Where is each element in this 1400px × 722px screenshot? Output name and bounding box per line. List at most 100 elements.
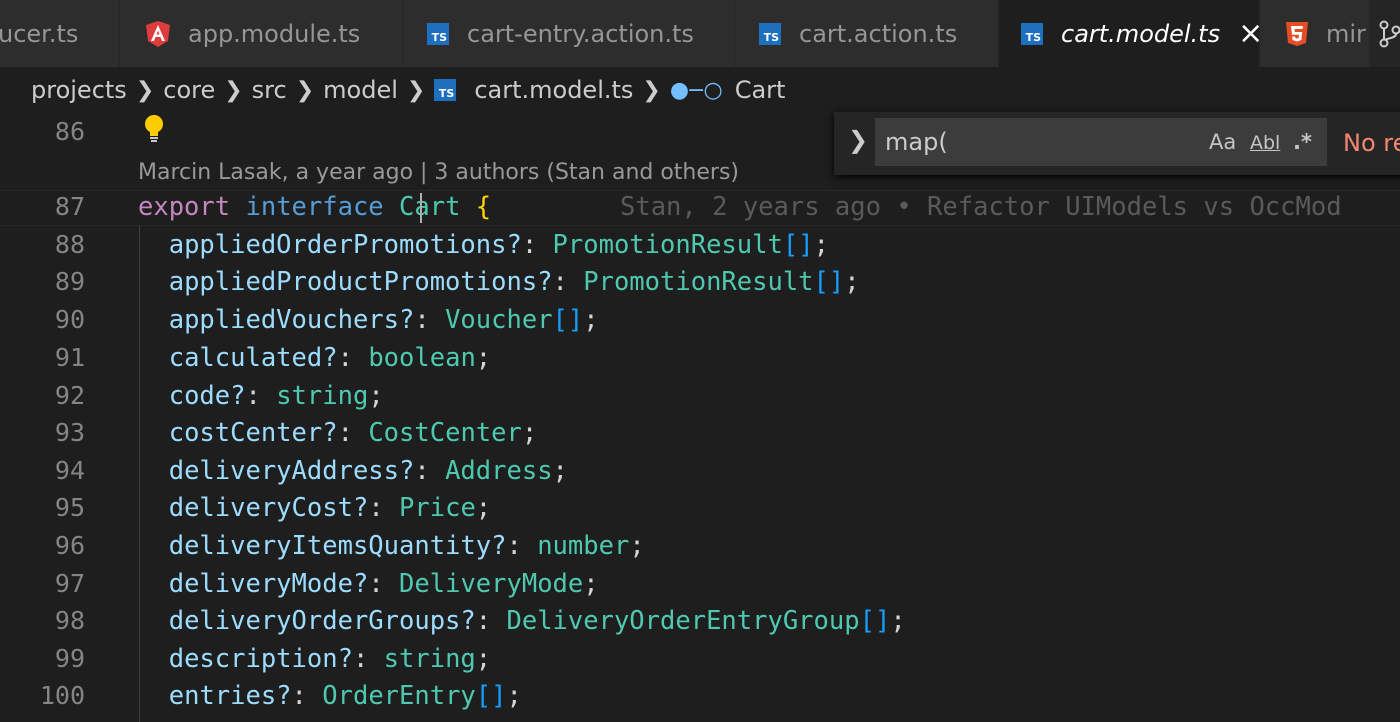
text-cursor [420,193,422,223]
line-number: 97 [54,569,85,598]
line-number: 86 [54,117,85,146]
find-query: map( [885,128,948,156]
brace: { [475,192,492,222]
property-type: DeliveryMode [399,569,584,599]
property-type: OrderEntry [322,681,476,711]
breadcrumb-item[interactable]: model [323,76,398,104]
tab-label: ucer.ts [0,19,79,48]
breadcrumb: projects ❯ core ❯ src ❯ model ❯ TS cart.… [0,67,1400,113]
property-type: string [276,381,369,411]
breadcrumb-symbol-label: Cart [734,76,786,104]
typescript-icon: TS [1021,22,1043,45]
property-type: CostCenter [368,418,522,448]
line-number: 91 [54,343,85,372]
keyword: interface [245,192,384,222]
close-icon[interactable]: × [1238,18,1259,49]
tab-html-file[interactable]: mir [1260,0,1370,67]
line-number: 87 [54,192,85,221]
codelens-authors[interactable]: Marcin Lasak, a year ago | 3 authors (St… [138,160,739,185]
line-number: 94 [54,456,85,485]
property-name: deliveryOrderGroups? [168,606,476,636]
breadcrumb-file-label: cart.model.ts [474,76,634,104]
array-brackets: [] [475,681,507,711]
line-number: 98 [54,606,85,635]
property-type: boolean [368,343,476,373]
code-line: deliveryAddress?: Address; [168,456,568,486]
source-control-icon[interactable] [1378,20,1400,52]
chevron-right-icon: ❯ [135,77,155,103]
line-number: 100 [39,681,85,710]
chevron-right-icon: ❯ [642,77,661,103]
code-line: costCenter?: CostCenter; [168,418,538,448]
chevron-right-icon: ❯ [224,77,243,103]
property-name: appliedOrderPromotions? [168,230,522,260]
property-type: PromotionResult [583,267,814,297]
inline-blame: Stan, 2 years ago • Refactor UIModels vs… [620,192,1342,222]
lightbulb-icon[interactable] [143,113,165,147]
code-line: description?: string; [168,644,492,674]
find-input[interactable]: map( Aa Abl .* [875,118,1327,166]
line-number: 95 [54,493,85,522]
array-brackets: [] [552,305,584,335]
property-type: number [537,531,630,561]
array-brackets: [] [859,606,891,636]
line-number: 92 [54,381,85,410]
property-name: calculated? [168,343,338,373]
property-name: deliveryItemsQuantity? [168,531,507,561]
find-result-status: No re [1343,129,1400,157]
property-type: PromotionResult [552,230,783,260]
property-name: costCenter? [168,418,338,448]
property-name: deliveryCost? [168,493,369,523]
code-line: export interface Cart { [138,192,491,222]
tab-cart-action[interactable]: TS cart.action.ts [735,0,999,67]
tab-cart-model[interactable]: TS cart.model.ts × [999,0,1260,67]
match-case-toggle[interactable]: Aa [1209,130,1236,154]
tab-reducer[interactable]: ucer.ts [0,0,120,67]
array-brackets: [] [813,267,845,297]
code-line: deliveryCost?: Price; [168,493,492,523]
code-line: appliedVouchers?: Voucher[]; [168,305,599,335]
code-line: appliedProductPromotions?: PromotionResu… [168,267,860,297]
line-number: 93 [54,418,85,447]
line-number: 90 [54,305,85,334]
angular-icon [146,20,170,47]
code-line: entries?: OrderEntry[]; [168,681,522,711]
code-line: code?: string; [168,381,384,411]
tab-cart-entry-action[interactable]: TS cart-entry.action.ts [403,0,735,67]
tab-label: cart.model.ts [1061,19,1221,48]
tab-label: app.module.ts [188,19,361,48]
tab-label: cart.action.ts [799,19,958,48]
html5-icon [1286,21,1308,46]
breadcrumb-item[interactable]: core [163,76,215,104]
chevron-right-icon[interactable]: ❯ [848,126,868,154]
code-line: calculated?: boolean; [168,343,492,373]
breadcrumb-item[interactable]: src [252,76,287,104]
code-editor[interactable]: 86 87 88 89 90 91 92 93 94 95 96 97 98 9… [0,113,1400,722]
keyword: export [138,192,231,222]
property-name: appliedProductPromotions? [168,267,553,297]
array-brackets: [] [782,230,814,260]
property-name: description? [168,644,353,674]
breadcrumb-file[interactable]: TS cart.model.ts [434,76,633,104]
breadcrumb-symbol[interactable]: ●−○ Cart [670,76,786,104]
property-name: code? [168,381,246,411]
whole-word-toggle[interactable]: Abl [1250,132,1280,154]
tab-app-module[interactable]: app.module.ts [120,0,403,67]
code-line: deliveryOrderGroups?: DeliveryOrderEntry… [168,606,906,636]
property-name: deliveryMode? [168,569,369,599]
typescript-icon: TS [427,22,449,45]
property-name: appliedVouchers? [168,305,415,335]
property-type: Voucher [445,305,553,335]
property-type: string [383,644,476,674]
breadcrumb-item[interactable]: projects [31,76,127,104]
code-line: deliveryItemsQuantity?: number; [168,531,645,561]
chevron-right-icon: ❯ [406,77,426,103]
tab-bar: ucer.ts app.module.ts TS cart-entry.acti… [0,0,1400,67]
tab-label: mir [1326,19,1366,48]
property-name: deliveryAddress? [168,456,415,486]
tab-label: cart-entry.action.ts [467,19,694,48]
line-number: 88 [54,230,85,259]
regex-toggle[interactable]: .* [1293,130,1312,154]
property-name: entries? [168,681,292,711]
property-type: Price [399,493,476,523]
